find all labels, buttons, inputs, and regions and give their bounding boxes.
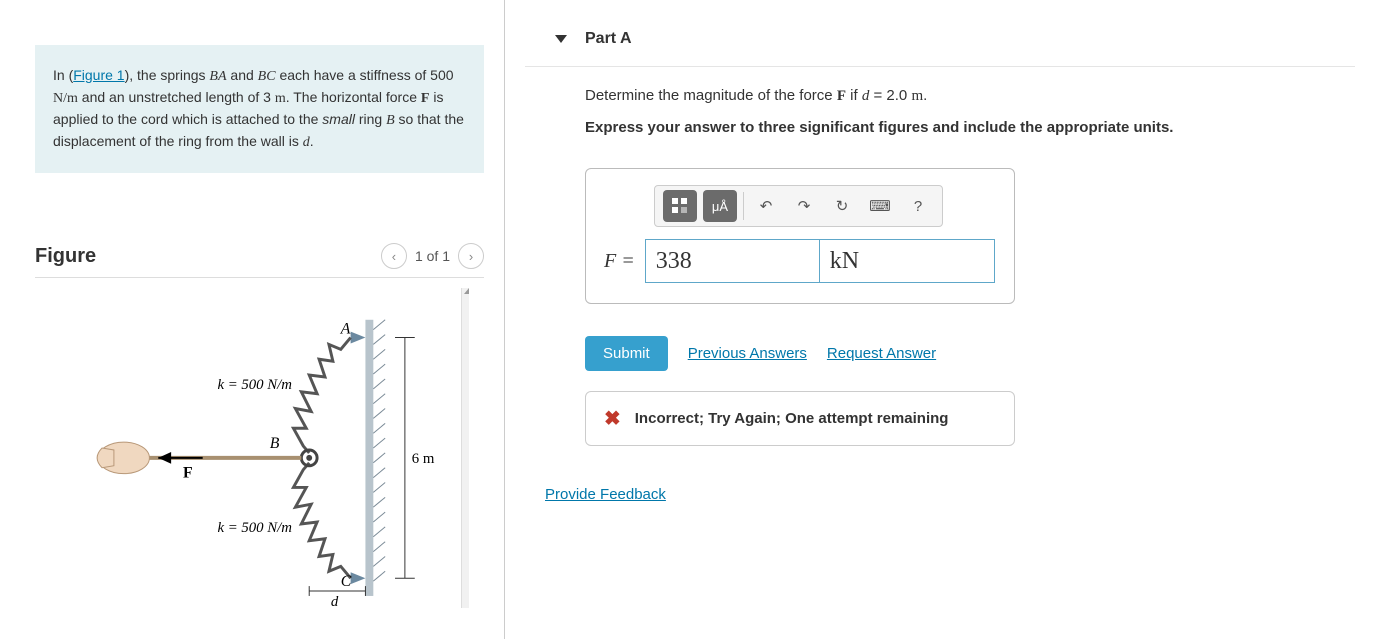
figure-next-button[interactable]: ›	[458, 243, 484, 269]
problem-text: . The horizontal force	[286, 89, 421, 105]
question-text: Determine the magnitude of the force F i…	[585, 87, 1295, 105]
redo-button[interactable]: ↷	[788, 190, 820, 222]
answer-box: μÅ ↶ ↷ ↻ ⌨ ? F =	[585, 168, 1015, 304]
figure-link[interactable]: Figure 1	[73, 67, 124, 83]
figure-diagram: A B C F k = 500 N/m k = 500 N/m 6 m d	[35, 288, 469, 608]
em-small: small	[322, 111, 355, 127]
unit-m: m	[275, 91, 286, 106]
svg-text:6 m: 6 m	[412, 451, 435, 467]
svg-text:B: B	[270, 435, 280, 452]
figure-header: Figure ‹ 1 of 1 ›	[35, 243, 484, 278]
q-text: .	[923, 87, 927, 104]
var-b: B	[386, 113, 395, 128]
svg-text:A: A	[340, 321, 351, 338]
left-panel: In (Figure 1), the springs BA and BC eac…	[0, 0, 505, 639]
incorrect-icon: ✖	[604, 406, 621, 431]
question-area: Determine the magnitude of the force F i…	[525, 87, 1355, 446]
svg-text:d: d	[331, 594, 339, 608]
svg-text:F: F	[183, 465, 193, 482]
q-text: if	[846, 87, 862, 104]
feedback-text: Incorrect; Try Again; One attempt remain…	[635, 410, 949, 427]
right-panel: Part A Determine the magnitude of the fo…	[505, 0, 1375, 639]
part-a-header[interactable]: Part A	[525, 12, 1355, 67]
submit-button[interactable]: Submit	[585, 336, 668, 371]
svg-text:k = 500 N/m: k = 500 N/m	[217, 377, 292, 393]
var-ba: BA	[209, 69, 226, 84]
var-bc: BC	[258, 69, 276, 84]
q-unit: m	[911, 88, 923, 104]
answer-value-input[interactable]	[645, 239, 820, 283]
previous-answers-link[interactable]: Previous Answers	[688, 345, 807, 362]
reset-button[interactable]: ↻	[826, 190, 858, 222]
figure-nav: ‹ 1 of 1 ›	[381, 243, 484, 269]
problem-text: and an unstretched length of 3	[78, 89, 275, 105]
problem-text: each have a stiffness of 500	[276, 67, 454, 83]
feedback-box: ✖ Incorrect; Try Again; One attempt rema…	[585, 391, 1015, 446]
keyboard-button[interactable]: ⌨	[864, 190, 896, 222]
problem-text: .	[310, 133, 314, 149]
templates-icon	[671, 197, 689, 215]
collapse-icon	[555, 35, 567, 43]
problem-text: In (	[53, 67, 73, 83]
toolbar-separator	[743, 192, 744, 220]
svg-text:C: C	[341, 573, 352, 590]
figure-pager: 1 of 1	[415, 248, 450, 264]
answer-toolbar: μÅ ↶ ↷ ↻ ⌨ ?	[654, 185, 943, 227]
problem-statement: In (Figure 1), the springs BA and BC eac…	[35, 45, 484, 173]
request-answer-link[interactable]: Request Answer	[827, 345, 936, 362]
instruction-text: Express your answer to three significant…	[585, 119, 1295, 136]
q-text: = 2.0	[869, 87, 911, 104]
q-var-f: F	[837, 88, 846, 104]
unit-nm: N/m	[53, 91, 78, 106]
answer-label: F =	[604, 250, 635, 273]
problem-text: ring	[355, 111, 386, 127]
answer-unit-input[interactable]	[820, 239, 995, 283]
problem-text: ), the springs	[125, 67, 210, 83]
problem-text: and	[227, 67, 258, 83]
figure-prev-button[interactable]: ‹	[381, 243, 407, 269]
var-d: d	[303, 135, 310, 150]
undo-button[interactable]: ↶	[750, 190, 782, 222]
figure-title: Figure	[35, 245, 96, 268]
q-text: Determine the magnitude of the force	[585, 87, 837, 104]
units-button[interactable]: μÅ	[703, 190, 737, 222]
templates-button[interactable]	[663, 190, 697, 222]
provide-feedback-area: Provide Feedback	[545, 486, 1355, 503]
help-button[interactable]: ?	[902, 190, 934, 222]
answer-actions: Submit Previous Answers Request Answer	[585, 336, 1295, 371]
part-a-title: Part A	[585, 30, 632, 48]
answer-input-row: F =	[604, 239, 996, 283]
provide-feedback-link[interactable]: Provide Feedback	[545, 486, 666, 503]
figure-area: A B C F k = 500 N/m k = 500 N/m 6 m d	[35, 288, 469, 608]
svg-text:k = 500 N/m: k = 500 N/m	[217, 520, 292, 536]
figure-scrollbar[interactable]	[461, 288, 469, 608]
